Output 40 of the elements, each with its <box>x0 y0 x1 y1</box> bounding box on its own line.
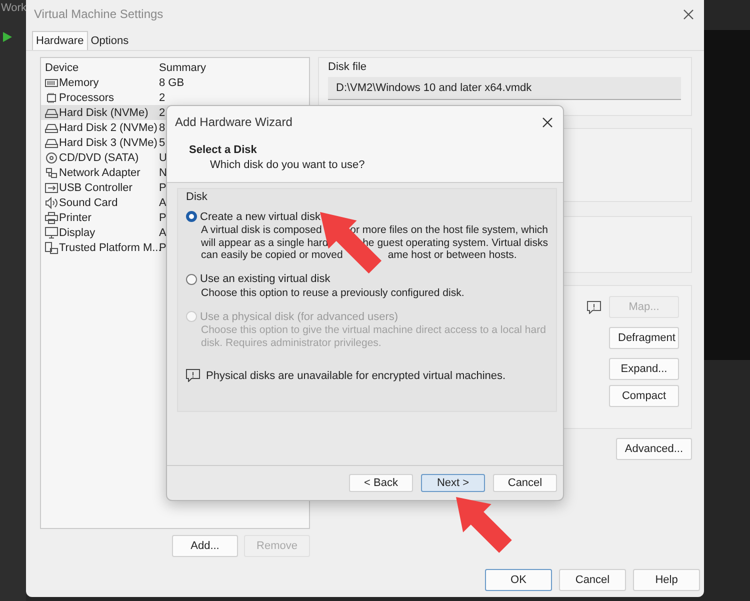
device-summary: 8 GB <box>159 76 184 88</box>
device-name: Sound Card <box>59 196 118 208</box>
column-header: Device <box>45 62 80 74</box>
device-name: USB Controller <box>59 182 132 194</box>
device-summary: 2 <box>159 92 166 104</box>
device-name: Hard Disk 3 (NVMe) <box>59 136 158 148</box>
device-summary: N <box>159 166 167 178</box>
device-name: Display <box>59 226 96 238</box>
window-title: Virtual Machine Settings <box>34 7 164 21</box>
device-summary: A <box>159 226 166 238</box>
device-name: Hard Disk (NVMe) <box>59 106 148 118</box>
app-title: Work <box>1 2 26 14</box>
description-text: Choose this option to reuse a previously configured disk. <box>201 286 464 299</box>
description-text: A virtual disk is composed <box>201 224 322 236</box>
device-name: Processors <box>59 92 114 104</box>
device-summary: P <box>159 212 166 224</box>
device-summary: 5 <box>159 136 166 148</box>
note-text: Physical disks are unavailable for encrypted virtual machines. <box>206 370 506 382</box>
group-label: Disk <box>186 191 208 203</box>
panel-label: Disk file <box>328 61 368 73</box>
device-summary: P <box>159 242 166 254</box>
device-name: Memory <box>59 76 99 88</box>
column-header: Summary <box>159 62 206 74</box>
device-name: Network Adapter <box>59 166 140 178</box>
step-subheading: Which disk do you want to use? <box>210 159 366 171</box>
description-text: Choose this option to give the virtual machine direct access to a local hard <box>201 324 546 336</box>
device-name: Hard Disk 2 (NVMe) <box>59 122 158 134</box>
device-summary: A <box>159 196 166 208</box>
description-text: can easily be copied or moved <box>201 249 343 262</box>
step-heading: Select a Disk <box>189 144 258 156</box>
device-summary: 2 <box>159 106 166 118</box>
dialog-title: Add Hardware Wizard <box>175 115 292 129</box>
device-name: Trusted Platform M... <box>59 242 162 254</box>
device-summary: P <box>159 182 166 194</box>
description-text: disk. Requires administrator privileges. <box>201 336 382 349</box>
device-name: CD/DVD (SATA) <box>59 152 139 164</box>
description-text: ame host or between hosts. <box>388 249 517 262</box>
device-name: Printer <box>59 212 92 224</box>
device-summary: U <box>159 152 167 164</box>
device-summary: 8 <box>159 122 166 134</box>
